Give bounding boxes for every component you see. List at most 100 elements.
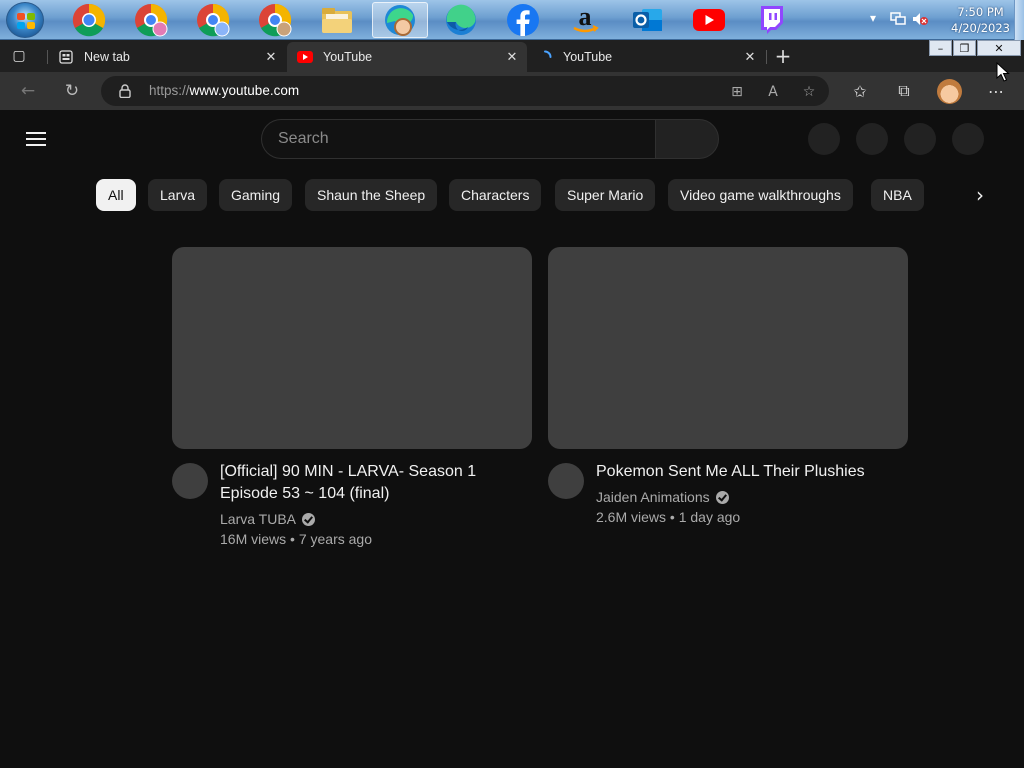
browser-toolbar: ← ↻ https://www.youtube.com ⊞ A ☆ ✩ ⧉ ⋯ [0, 72, 1024, 110]
outlook-icon [633, 9, 662, 31]
video-thumbnail[interactable] [548, 247, 908, 449]
search-button[interactable] [655, 119, 719, 159]
facebook-icon [507, 4, 539, 37]
video-title[interactable]: Pokemon Sent Me ALL Their Plushies [596, 461, 896, 483]
tab-close-icon[interactable]: ✕ [741, 48, 759, 66]
video-meta: Pokemon Sent Me ALL Their Plushies Jaide… [548, 461, 908, 551]
youtube-page: All Larva Gaming Shaun the Sheep Charact… [0, 111, 1024, 768]
taskbar-chrome-profile-3[interactable] [190, 2, 236, 38]
chrome-icon [72, 3, 106, 37]
video-title[interactable]: [Official] 90 MIN - LARVA- Season 1 Epis… [220, 461, 520, 505]
chip-video-game-walkthroughs[interactable]: Video game walkthroughs [668, 179, 853, 211]
clock-date: 4/20/2023 [951, 21, 1010, 35]
tab-close-icon[interactable]: ✕ [262, 48, 280, 66]
chip-characters[interactable]: Characters [449, 179, 542, 211]
video-card[interactable]: [Official] 90 MIN - LARVA- Season 1 Epis… [172, 247, 532, 551]
taskbar-amazon[interactable]: a [562, 2, 608, 38]
tab-divider [766, 50, 767, 64]
chip-super-mario[interactable]: Super Mario [555, 179, 656, 211]
url-text[interactable]: https://www.youtube.com [149, 83, 299, 98]
browser-tab-strip: ▢ New tab ✕ YouTube ✕ YouTube ✕ + – ❐ ✕ [0, 40, 1024, 72]
chip-all[interactable]: All [96, 179, 136, 211]
apps-icon[interactable]: ⊞ [726, 81, 748, 103]
apps-grid-icon[interactable] [856, 123, 888, 155]
search-box [261, 119, 655, 159]
tab-close-icon[interactable]: ✕ [503, 48, 521, 66]
network-icon[interactable] [890, 12, 906, 26]
tab-new-tab[interactable]: New tab ✕ [48, 42, 286, 72]
folder-icon [322, 8, 352, 33]
more-icon[interactable]: ⋯ [983, 79, 1009, 103]
taskbar-chrome-profile-2[interactable] [128, 2, 174, 38]
create-icon[interactable] [808, 123, 840, 155]
twitch-icon [761, 6, 783, 34]
taskbar-facebook[interactable] [500, 2, 546, 38]
video-stats: 16M views • 7 years ago [220, 531, 372, 547]
verified-badge-icon [715, 490, 729, 504]
address-bar[interactable]: https://www.youtube.com ⊞ A ☆ [101, 76, 829, 106]
add-favorite-icon[interactable]: ☆ [798, 81, 820, 103]
clock-time: 7:50 PM [957, 5, 1004, 19]
youtube-icon [693, 9, 725, 31]
start-button[interactable] [6, 2, 44, 38]
chip-nba[interactable]: NBA [871, 179, 924, 211]
channel-avatar[interactable] [172, 463, 208, 499]
chip-gaming[interactable]: Gaming [219, 179, 293, 211]
windows-taskbar: a ▾ 7:50 PM 4/20/2023 [0, 0, 1024, 40]
tab-label: YouTube [563, 50, 613, 64]
lock-icon[interactable] [119, 84, 131, 98]
upload-age: 7 years ago [298, 531, 372, 547]
account-avatar[interactable] [952, 123, 984, 155]
chrome-profile-icon [259, 3, 292, 37]
chevron-right-icon[interactable]: › [968, 183, 992, 207]
back-arrow-icon[interactable]: ← [16, 79, 40, 103]
view-count: 16M views [220, 531, 287, 547]
channel-name[interactable]: Larva TUBA [220, 511, 296, 527]
verified-badge-icon [302, 512, 315, 526]
loading-spinner-icon [537, 49, 553, 65]
chrome-profile-icon [135, 3, 168, 37]
video-card[interactable]: Pokemon Sent Me ALL Their Plushies Jaide… [548, 247, 908, 551]
video-meta: [Official] 90 MIN - LARVA- Season 1 Epis… [172, 461, 532, 551]
close-window-button[interactable]: ✕ [977, 40, 1021, 56]
system-clock[interactable]: 7:50 PM 4/20/2023 [951, 4, 1010, 36]
taskbar-outlook[interactable] [624, 2, 670, 38]
video-thumbnail[interactable] [172, 247, 532, 449]
menu-icon[interactable] [24, 129, 48, 149]
url-host: www.youtube.com [189, 83, 300, 98]
upload-age: 1 day ago [678, 509, 741, 525]
taskbar-youtube[interactable] [686, 2, 732, 38]
tab-label: New tab [84, 50, 130, 64]
taskbar-edge-profile[interactable] [372, 2, 428, 38]
profile-avatar[interactable] [937, 79, 962, 104]
volume-muted-icon[interactable] [912, 12, 928, 26]
chevron-up-icon[interactable]: ▾ [870, 11, 876, 25]
system-tray: ▾ 7:50 PM 4/20/2023 [864, 0, 1024, 40]
tab-actions-menu-icon[interactable]: ▢ [8, 46, 30, 66]
minimize-button[interactable]: – [929, 40, 952, 56]
amazon-icon: a [573, 3, 599, 33]
windows-logo-icon [17, 13, 35, 29]
youtube-favicon [297, 49, 313, 65]
tab-youtube-loading[interactable]: YouTube ✕ [527, 42, 765, 72]
refresh-icon[interactable]: ↻ [60, 79, 84, 103]
favorites-icon[interactable]: ✩ [847, 79, 873, 103]
new-tab-button[interactable]: + [771, 44, 795, 68]
channel-avatar[interactable] [548, 463, 584, 499]
collections-icon[interactable]: ⧉ [891, 79, 917, 103]
restore-button[interactable]: ❐ [953, 40, 976, 56]
notifications-icon[interactable] [904, 123, 936, 155]
tab-youtube-active[interactable]: YouTube ✕ [287, 42, 527, 72]
channel-name[interactable]: Jaiden Animations [596, 489, 710, 505]
taskbar-chrome[interactable] [66, 2, 112, 38]
show-desktop-button[interactable] [1014, 0, 1024, 40]
chip-shaun-the-sheep[interactable]: Shaun the Sheep [305, 179, 438, 211]
mouse-cursor-icon [996, 62, 1010, 82]
taskbar-file-explorer[interactable] [314, 2, 360, 38]
read-aloud-icon[interactable]: A [762, 81, 784, 103]
search-input[interactable] [278, 128, 638, 150]
chip-larva[interactable]: Larva [148, 179, 208, 211]
taskbar-chrome-profile-4[interactable] [252, 2, 298, 38]
taskbar-twitch[interactable] [748, 2, 794, 38]
taskbar-edge[interactable] [438, 2, 484, 38]
